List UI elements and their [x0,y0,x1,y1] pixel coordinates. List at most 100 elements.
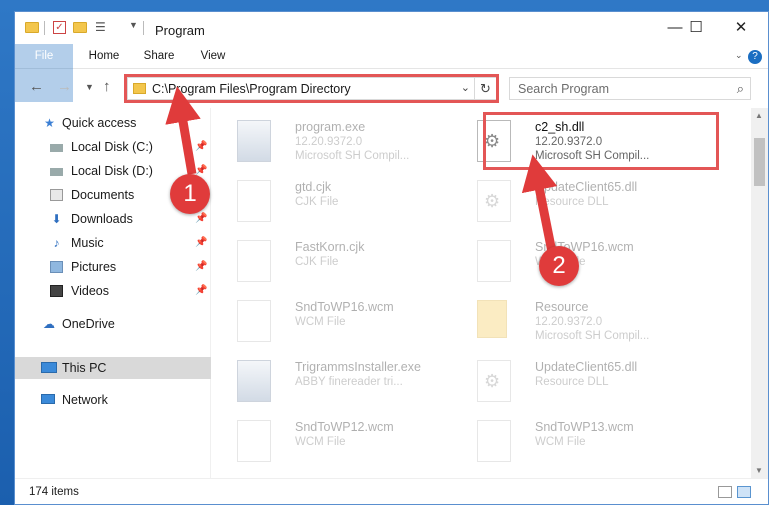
pin-icon[interactable]: 📌 [195,280,207,302]
file-type: Resource DLL [535,376,609,388]
properties-icon[interactable]: ✓ [53,21,66,34]
tab-home[interactable]: Home [79,44,129,69]
exe-file-icon [237,360,271,402]
title-bar: ✓ ☰ ▼ Program — ☐ ✕ [15,12,768,44]
pin-icon[interactable]: 📌 [195,256,207,278]
sidebar-item-quick-access[interactable]: ★ Quick access [15,112,211,134]
file-name: UpdateClient65.dll [535,360,638,374]
file-type: WCM File [295,316,346,328]
documents-icon [50,189,63,201]
window-title: Program [155,23,205,38]
sidebar-item-this-pc[interactable]: This PC [15,357,211,379]
sidebar-item-network[interactable]: Network [15,389,211,411]
search-placeholder: Search Program [518,82,610,96]
file-name: FastKorn.cjk [295,240,365,254]
file-name: gtd.cjk [295,180,332,194]
file-type: Resource DLL [535,196,609,208]
file-item-trigrammsinstaller-exe[interactable]: TrigrammsInstaller.exe ABBY finereader t… [215,352,465,410]
file-item-sndtowp13-wcm[interactable]: SndToWP13.wcm WCM File [455,412,705,470]
scroll-up-icon[interactable]: ▲ [755,111,763,120]
download-icon: ⬇ [51,212,62,226]
file-item-sndtowp12-wcm[interactable]: SndToWP12.wcm WCM File [215,412,465,470]
file-name: SndToWP12.wcm [295,420,394,434]
file-icon [477,240,511,282]
file-type: CJK File [295,256,339,268]
drive-icon [50,144,63,152]
file-list: program.exe 12.20.9372.0 Microsoft SH Co… [215,108,747,478]
step-badge-1: 1 [170,174,210,214]
scroll-thumb[interactable] [754,138,765,186]
videos-icon [50,285,63,297]
file-item-sndtowp16-wcm[interactable]: SndToWP16.wcm WCM File [215,292,465,350]
sidebar-item-label: Local Disk (D:) [71,164,153,178]
up-arrow-icon[interactable]: ↑ [103,78,111,95]
forward-arrow-icon[interactable]: → [57,78,72,95]
pin-icon[interactable]: 📌 [195,232,207,254]
scroll-down-icon[interactable]: ▼ [755,466,763,475]
chevron-down-icon[interactable]: ▼ [129,20,138,36]
file-item-fastkorn-cjk[interactable]: FastKorn.cjk CJK File [215,232,465,290]
close-button[interactable]: ✕ [727,17,755,39]
sidebar-item-label: Pictures [71,260,117,274]
tab-share[interactable]: Share [137,44,181,69]
dll-file-icon [477,360,511,402]
file-item-sndtowp16-wcm[interactable]: SndToWP16.wcm WCM File [455,232,705,290]
folder-icon [25,22,39,33]
drive-icon [50,168,63,176]
file-item-gtd-cjk[interactable]: gtd.cjk CJK File [215,172,465,230]
file-version: 12.20.9372.0 [295,136,363,148]
sidebar-item-label: Documents [71,188,135,202]
address-highlight-box [124,74,499,103]
sidebar-item-label: Local Disk (C:) [71,140,153,154]
tiles-view-icon[interactable] [737,486,751,498]
sidebar-item-pictures[interactable]: Pictures 📌 [15,256,211,278]
file-item-resource[interactable]: Resource 12.20.9372.0 Microsoft SH Compi… [455,292,705,350]
file-name: program.exe [295,120,366,134]
pictures-icon [50,261,63,273]
sidebar-item-label: OneDrive [62,317,115,331]
file-name: SndToWP13.wcm [535,420,634,434]
file-icon [237,240,271,282]
dll-file-icon [477,180,511,222]
file-type: WCM File [535,436,586,448]
cloud-icon: ☁ [43,317,55,331]
file-name: TrigrammsInstaller.exe [295,360,421,374]
file-type: CJK File [295,196,339,208]
sidebar-item-videos[interactable]: Videos 📌 [15,280,211,302]
sidebar-item-onedrive[interactable]: ☁ OneDrive [15,313,211,335]
vertical-scrollbar[interactable]: ▲ ▼ [751,108,768,478]
sidebar-item-label: This PC [62,361,107,375]
details-view-icon[interactable] [718,486,732,498]
file-item-updateclient65-dll[interactable]: UpdateClient65.dll Resource DLL [455,352,705,410]
new-folder-icon[interactable] [73,22,87,33]
file-item-program-exe[interactable]: program.exe 12.20.9372.0 Microsoft SH Co… [215,112,465,170]
customize-icon[interactable]: ☰ [95,20,106,36]
separator [44,21,45,35]
maximize-button[interactable]: ☐ [682,17,710,39]
file-name: SndToWP16.wcm [295,300,394,314]
file-item-updateclient65-dll[interactable]: UpdateClient65.dll Resource DLL [455,172,705,230]
file-version: 12.20.9372.0 [535,316,603,328]
chevron-down-icon[interactable]: ⌄ [735,50,743,66]
recent-locations-icon[interactable]: ▼ [85,82,94,92]
star-icon: ★ [44,116,55,130]
file-icon [477,420,511,462]
back-arrow-icon[interactable]: ← [29,78,44,95]
file-description: Microsoft SH Compil... [535,330,650,342]
archive-icon [477,300,507,338]
file-name: Resource [535,300,589,314]
file-icon [237,300,271,342]
tab-view[interactable]: View [193,44,233,69]
navigation-pane: ★ Quick access Local Disk (C:) 📌 Local D… [15,108,211,478]
search-input[interactable]: Search Program ⌕ [509,77,751,100]
pin-icon[interactable]: 📌 [195,136,207,158]
sidebar-item-label: Quick access [62,116,137,130]
file-highlight-box [483,112,719,170]
search-icon[interactable]: ⌕ [737,81,744,97]
sidebar-item-local-disk-c[interactable]: Local Disk (C:) 📌 [15,136,211,158]
exe-file-icon [237,120,271,162]
help-icon[interactable]: ? [748,50,762,64]
sidebar-item-music[interactable]: ♪ Music 📌 [15,232,211,254]
file-icon [237,420,271,462]
file-description: Microsoft SH Compil... [295,150,410,162]
